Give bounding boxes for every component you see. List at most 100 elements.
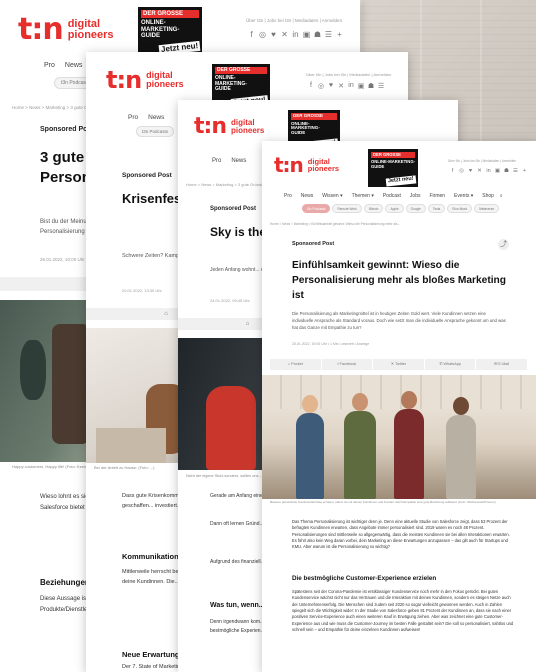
ad-line1: DER GROSSE bbox=[141, 10, 199, 19]
share-bar: ⌂ Pocket f Facebook ✕ Twitter ✆ WhatsApp… bbox=[270, 359, 528, 370]
facebook-share-button[interactable]: f Facebook bbox=[321, 359, 374, 370]
x-icon[interactable]: ✕ bbox=[336, 82, 346, 90]
ad-line3: GUIDE bbox=[215, 85, 231, 92]
main-nav: Pro News Wissen ▾ Themen ▾ Podcast Jobs … bbox=[284, 193, 513, 199]
share-icon[interactable]: ⤴ bbox=[498, 239, 509, 250]
nav-shop[interactable]: Shop bbox=[482, 193, 494, 199]
logo-text: digital pioneers bbox=[308, 157, 339, 173]
t3n-logo[interactable]: t:n digital pioneers bbox=[18, 12, 114, 47]
linkedin-icon[interactable]: in bbox=[484, 168, 493, 174]
article-paragraph: Spätestens seit der Corona-Pandemie ist … bbox=[292, 589, 514, 633]
plus-icon[interactable]: + bbox=[334, 30, 345, 39]
site-header: t:n digital pioneers DER GROSSE ONLINE-MA… bbox=[262, 141, 536, 189]
nav-jobs[interactable]: Jobs bbox=[410, 193, 421, 199]
email-share-button[interactable]: ✉ E-Mail bbox=[476, 359, 528, 370]
image-caption: Bessere persönliche Kundenerlebnisse erz… bbox=[270, 500, 496, 504]
logo-mark: t:n bbox=[194, 114, 227, 139]
ad-banner[interactable]: DER GROSSE ONLINE-MARKETING- GUIDE Jetzt… bbox=[138, 7, 202, 55]
whatsapp-share-button[interactable]: ✆ WhatsApp bbox=[424, 359, 477, 370]
email-label: E-Mail bbox=[498, 362, 510, 366]
breadcrumb[interactable]: Home > News > Marketing > 3 gute Gründe.… bbox=[186, 182, 267, 187]
nav-events[interactable]: Events ▾ bbox=[454, 193, 473, 199]
logo-mark: t:n bbox=[274, 153, 304, 177]
pill-remote-work[interactable]: Remote Work bbox=[332, 204, 362, 213]
nav-pro[interactable]: Pro bbox=[212, 158, 221, 164]
nav-podcast[interactable]: Podcast bbox=[383, 193, 401, 199]
couch-shape bbox=[96, 428, 166, 463]
newsletter-icon[interactable]: ▣ bbox=[356, 82, 366, 90]
top-links[interactable]: Über t3n | Jobs bei t3n | Mediadaten | A… bbox=[246, 18, 342, 23]
pill-tesla[interactable]: Tesla bbox=[427, 204, 446, 213]
main-nav: Pro News bbox=[212, 158, 256, 164]
article-page-einfuehlsamkeit: t:n digital pioneers DER GROSSE ONLINE-MA… bbox=[262, 141, 536, 672]
podcast-icon[interactable]: ☗ bbox=[366, 82, 376, 90]
nav-news[interactable]: News bbox=[301, 193, 314, 199]
x-icon[interactable]: ✕ bbox=[279, 30, 290, 39]
pinterest-icon[interactable]: ♥ bbox=[326, 82, 336, 90]
section-heading: Kommunikation bbox=[122, 552, 179, 561]
nav-pro[interactable]: Pro bbox=[284, 193, 292, 199]
newsletter-icon[interactable]: ▣ bbox=[493, 168, 502, 174]
top-links[interactable]: Über t3n | Jobs bei t3n | Mediadaten | A… bbox=[306, 72, 391, 77]
image-caption: Nicht der eigene Stuhl sondern, sollten … bbox=[186, 474, 262, 478]
pill-podcasts[interactable]: t3n Podcasts bbox=[302, 204, 331, 213]
sponsored-label: Sponsored Post bbox=[292, 241, 335, 247]
site-header: t:n digital pioneers DER GROSSE ONLINE-MA… bbox=[0, 0, 360, 60]
head-shape bbox=[302, 395, 318, 413]
logo-text: digital pioneers bbox=[146, 71, 184, 89]
main-nav: Pro News bbox=[128, 114, 174, 121]
pill-podcasts[interactable]: t3n Podcasts bbox=[136, 126, 175, 137]
breadcrumb[interactable]: Home > News > Marketing > Einfühlsamkeit… bbox=[270, 222, 400, 226]
pocket-label: Pocket bbox=[291, 362, 303, 366]
instagram-icon[interactable]: ◎ bbox=[316, 82, 326, 90]
t3n-logo[interactable]: t:n digital pioneers bbox=[274, 153, 339, 177]
nav-firmen[interactable]: Firmen bbox=[429, 193, 445, 199]
nav-news[interactable]: News bbox=[231, 158, 246, 164]
linkedin-icon[interactable]: in bbox=[346, 82, 356, 90]
nav-news[interactable]: News bbox=[65, 62, 83, 69]
plant-shape bbox=[20, 340, 46, 400]
logo-line2: pioneers bbox=[146, 79, 184, 89]
head-shape bbox=[453, 397, 469, 415]
ad-banner[interactable]: DER GROSSE ONLINE-MARKETING- GUIDE Jetzt… bbox=[368, 149, 418, 187]
instagram-icon[interactable]: ◎ bbox=[257, 30, 268, 39]
article-lead: Die Personalisierung als Marketingmittel… bbox=[292, 311, 506, 330]
nav-pro[interactable]: Pro bbox=[128, 114, 138, 121]
newsletter-icon[interactable]: ▣ bbox=[301, 30, 312, 39]
pinterest-icon[interactable]: ♥ bbox=[268, 30, 279, 39]
pinterest-icon[interactable]: ♥ bbox=[466, 168, 475, 174]
t3n-logo[interactable]: t:n digital pioneers bbox=[106, 66, 184, 94]
facebook-icon[interactable]: f bbox=[306, 82, 316, 90]
pill-bitcoin[interactable]: Bitcoin bbox=[363, 204, 384, 213]
person-shape bbox=[446, 415, 476, 499]
facebook-icon[interactable]: f bbox=[448, 168, 457, 174]
social-links: f ◎ ♥ ✕ in ▣ ☗ ☰ + bbox=[246, 30, 345, 39]
sponsored-label: Sponsored Post bbox=[210, 206, 257, 212]
podcast-icon[interactable]: ☗ bbox=[312, 30, 323, 39]
podcast-icon[interactable]: ☗ bbox=[502, 168, 511, 174]
pill-metaverse[interactable]: Metaverse bbox=[474, 204, 500, 213]
t3n-logo[interactable]: t:n digital pioneers bbox=[194, 114, 264, 139]
x-icon[interactable]: ✕ bbox=[475, 168, 484, 174]
rss-icon[interactable]: ☰ bbox=[376, 82, 386, 90]
pill-google[interactable]: Google bbox=[405, 204, 426, 213]
instagram-icon[interactable]: ◎ bbox=[457, 168, 466, 174]
nav-news[interactable]: News bbox=[148, 114, 164, 121]
social-links: f ◎ ♥ ✕ in ▣ ☗ ☰ bbox=[306, 82, 386, 90]
logo-text: digital pioneers bbox=[68, 18, 114, 41]
pill-elon-musk[interactable]: Elon Musk bbox=[447, 204, 473, 213]
nav-pro[interactable]: Pro bbox=[44, 62, 55, 69]
article-hero-image bbox=[262, 375, 536, 499]
twitter-share-button[interactable]: ✕ Twitter bbox=[373, 359, 425, 370]
linkedin-icon[interactable]: in bbox=[290, 30, 301, 39]
top-links[interactable]: Über t3n | Jobs bei t3n | Mediadaten | A… bbox=[448, 159, 516, 163]
pocket-button[interactable]: ⌂ Pocket bbox=[270, 359, 322, 370]
rss-icon[interactable]: ☰ bbox=[323, 30, 334, 39]
nav-themen[interactable]: Themen ▾ bbox=[352, 193, 374, 199]
facebook-icon[interactable]: f bbox=[246, 30, 257, 39]
rss-icon[interactable]: ☰ bbox=[511, 168, 520, 174]
search-icon[interactable]: ⌕ bbox=[500, 193, 503, 199]
pill-apple[interactable]: Apple bbox=[385, 204, 404, 213]
nav-wissen[interactable]: Wissen ▾ bbox=[322, 193, 342, 199]
plus-icon[interactable]: + bbox=[520, 168, 529, 174]
